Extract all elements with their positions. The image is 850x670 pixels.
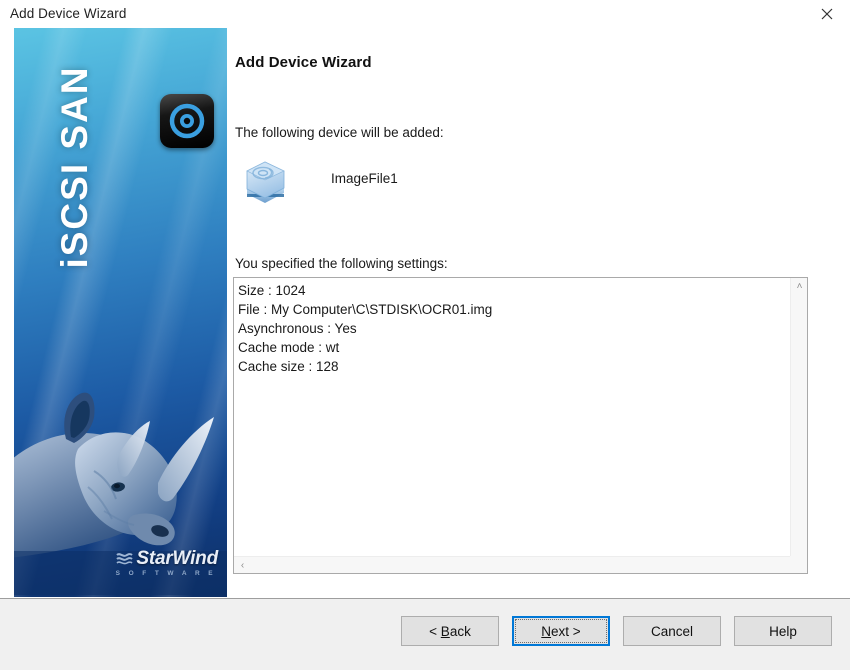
settings-summary-text: Size : 1024 File : My Computer\C\STDISK\… (238, 283, 493, 374)
close-button[interactable] (804, 0, 850, 28)
cancel-button[interactable]: Cancel (623, 616, 721, 646)
device-name-label: ImageFile1 (331, 171, 398, 186)
starwind-wordmark: StarWind (136, 548, 218, 570)
dialog-footer: < Back Next > Cancel Help (0, 598, 850, 670)
title-bar: Add Device Wizard (0, 0, 850, 28)
close-icon (821, 8, 833, 20)
scrollbar-corner (790, 556, 807, 573)
cancel-button-label: Cancel (650, 623, 694, 639)
help-button[interactable]: Help (734, 616, 832, 646)
next-button-label: Next > (541, 623, 581, 639)
settings-summary-box[interactable]: Size : 1024 File : My Computer\C\STDISK\… (233, 277, 808, 574)
starwind-logo: StarWind S O F T W A R E (115, 549, 219, 577)
window-title: Add Device Wizard (10, 6, 127, 21)
scroll-left-icon[interactable]: ‹ (234, 557, 251, 574)
back-button[interactable]: < Back (401, 616, 499, 646)
back-button-label: < Back (429, 623, 471, 639)
device-summary-row: ImageFile1 (235, 158, 655, 214)
dialog-body: iSCSI SAN StarWind S O F T W A R E Add D… (0, 28, 850, 598)
settings-label: You specified the following settings: (235, 256, 448, 271)
scroll-up-icon[interactable]: ˄ (791, 278, 808, 295)
help-button-label: Help (769, 623, 797, 639)
wizard-banner: iSCSI SAN StarWind S O F T W A R E (14, 28, 227, 597)
device-intro-label: The following device will be added: (235, 125, 444, 140)
starwind-target-icon (160, 94, 214, 148)
wizard-content-pane: Add Device Wizard The following device w… (227, 28, 850, 597)
starwind-logo-subtext: S O F T W A R E (115, 569, 216, 577)
hard-disk-icon (241, 158, 289, 206)
button-bar: < Back Next > Cancel Help (401, 616, 832, 646)
next-button[interactable]: Next > (512, 616, 610, 646)
page-title: Add Device Wizard (235, 54, 372, 71)
starwind-logo-text: StarWind (116, 549, 218, 568)
settings-horizontal-scrollbar[interactable]: ‹ › (234, 556, 807, 573)
settings-vertical-scrollbar[interactable]: ˄ ˅ (790, 278, 807, 573)
banner-vertical-title: iSCSI SAN (54, 65, 95, 269)
wave-logo-icon (116, 550, 134, 569)
